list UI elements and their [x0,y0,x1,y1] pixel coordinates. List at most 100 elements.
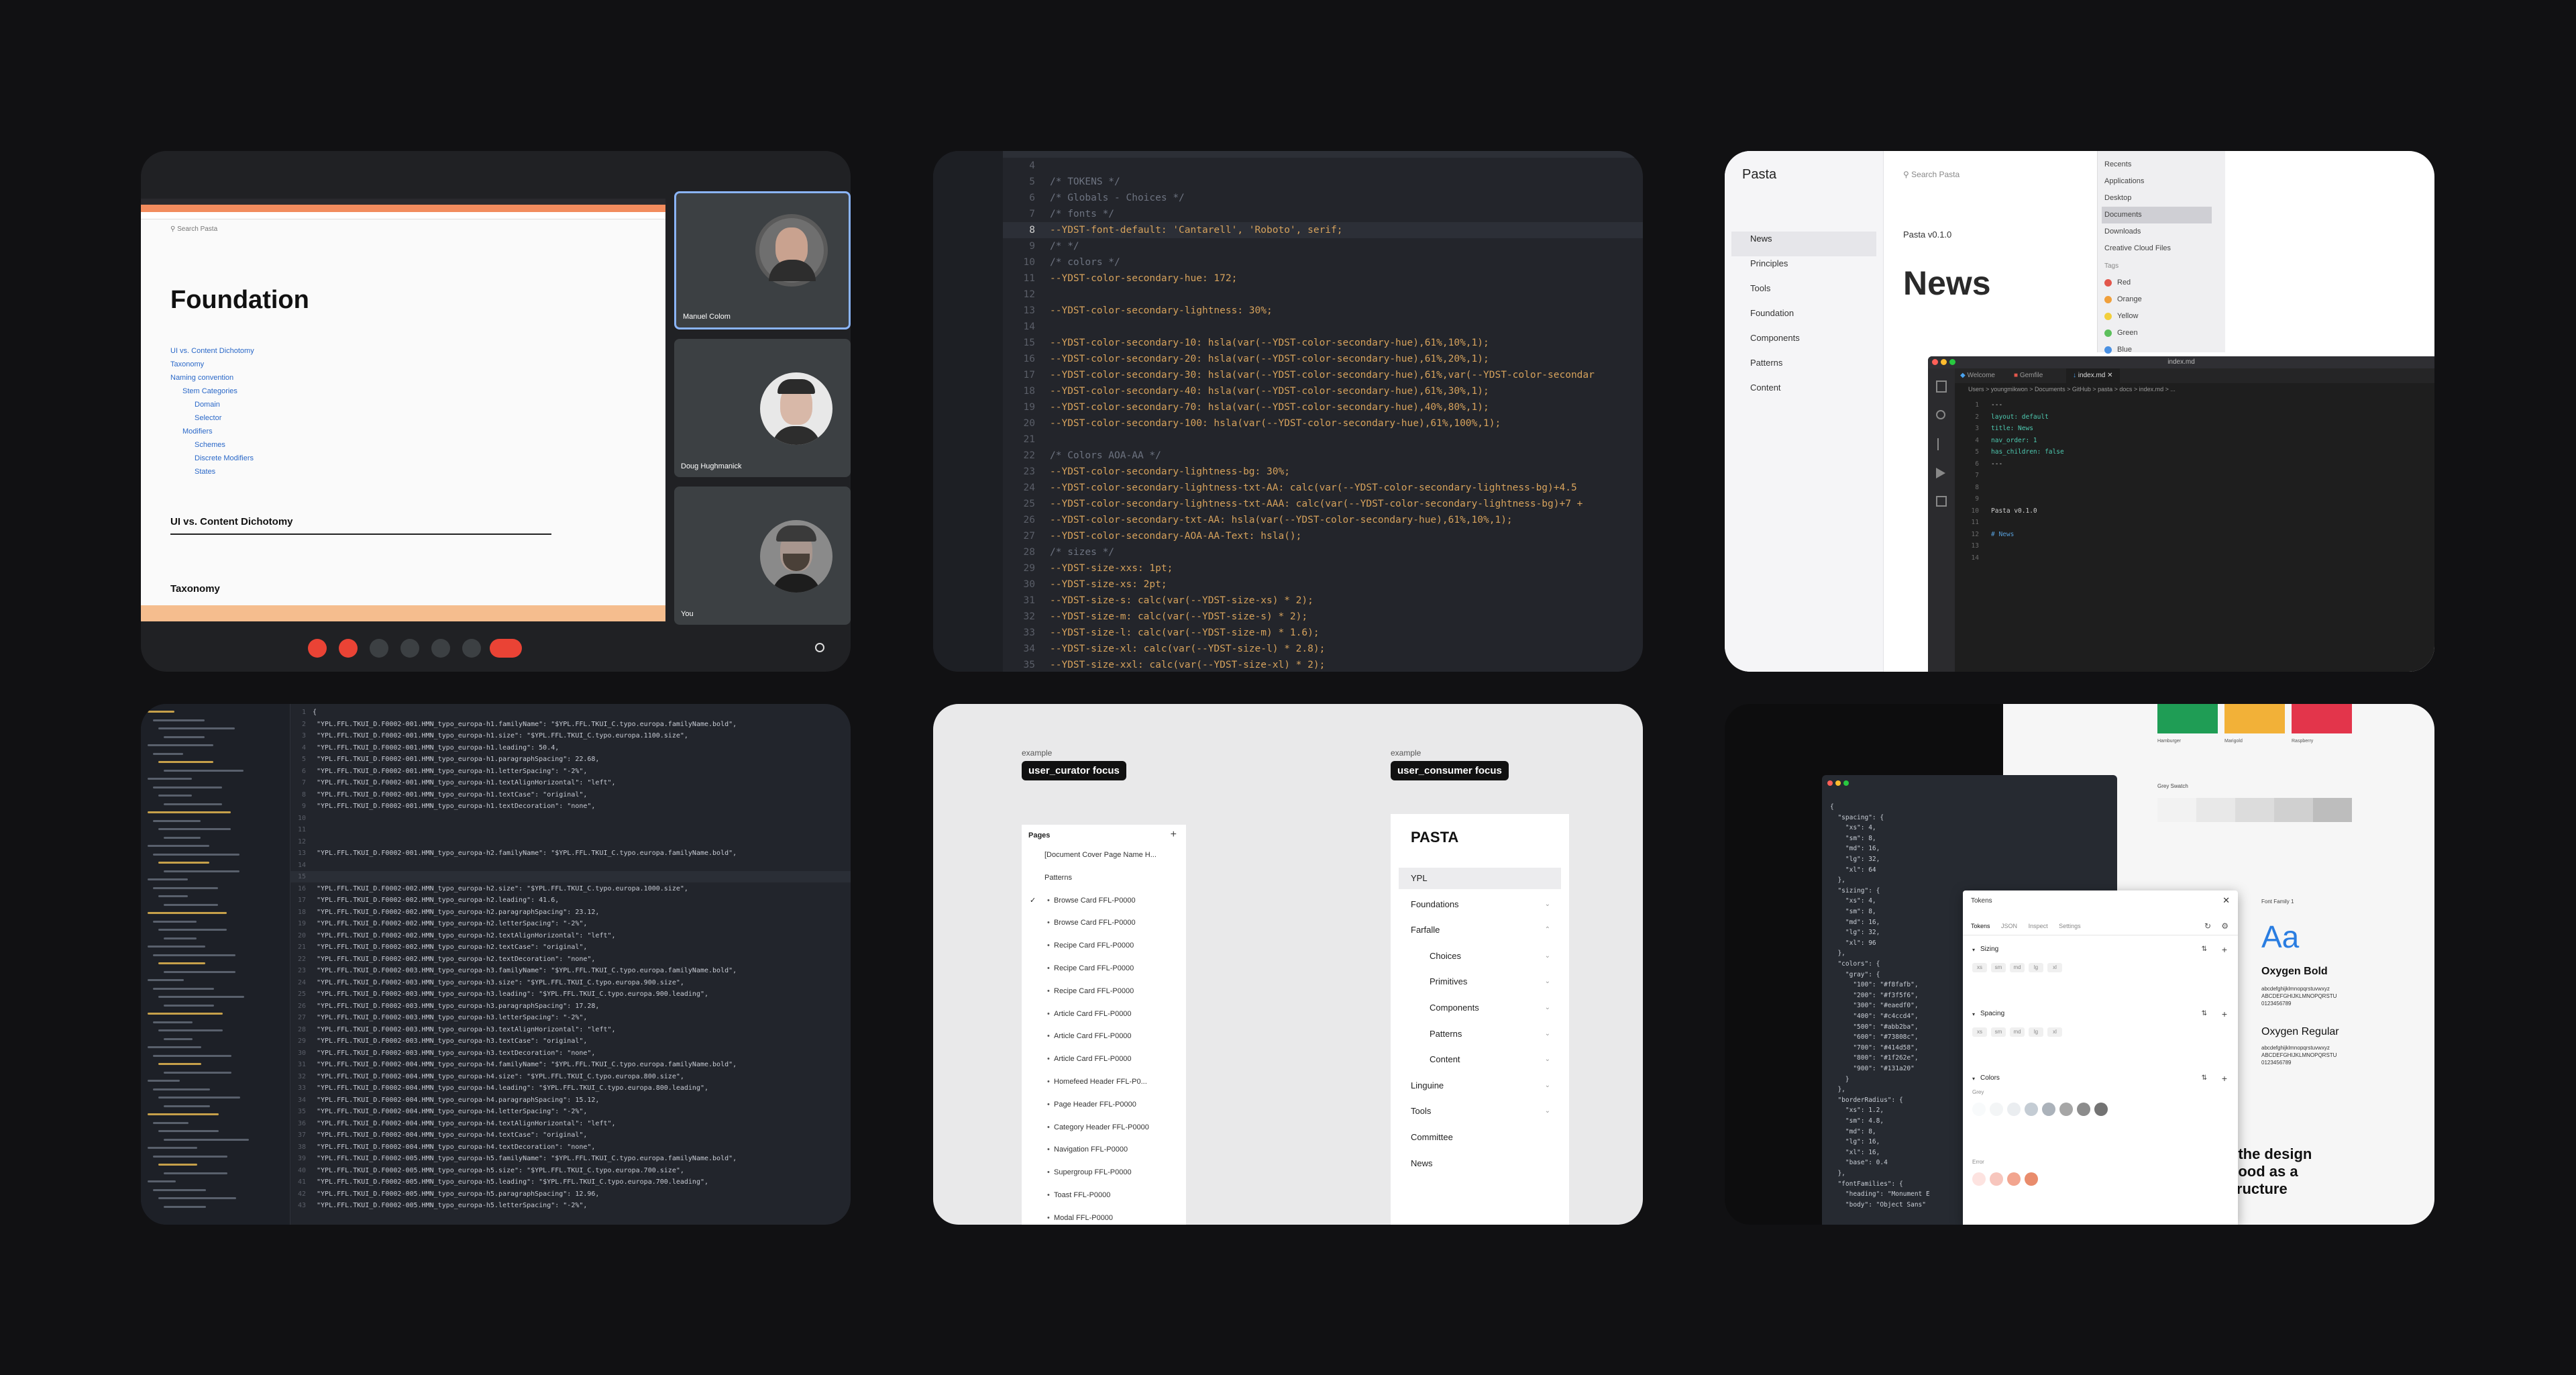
file-tree-row[interactable] [148,912,227,914]
nav-item[interactable]: Principles [1731,256,1883,281]
zoom-window-icon[interactable] [1843,780,1849,786]
site-nav-item[interactable]: YPL [1399,868,1561,889]
color-swatch[interactable] [2059,1103,2073,1116]
token-chip[interactable]: xs [1972,1027,1987,1037]
more-options-button[interactable] [462,639,481,658]
file-tree-row[interactable] [164,735,205,738]
file-tree-row[interactable] [153,1021,193,1023]
file-tree-row[interactable] [153,1188,206,1191]
tab-gemfile[interactable]: ■ Gemfile [2014,372,2043,379]
page-list-item[interactable]: • Navigation FFL-P0000 [1022,1139,1186,1160]
toc-item[interactable]: Stem Categories [170,385,254,398]
tab-tokens[interactable]: Tokens [1971,923,1990,929]
file-tree-row[interactable] [153,1121,189,1124]
site-nav-item[interactable]: Content ⌄ [1399,1049,1561,1070]
raise-hand-button[interactable] [400,639,419,658]
finder-item[interactable]: Downloads [2104,223,2212,240]
file-tree-row[interactable] [158,1164,197,1166]
file-tree-row[interactable] [153,886,218,889]
site-nav-item[interactable]: Farfalle ⌃ [1399,919,1561,941]
file-tree-row[interactable] [153,954,235,956]
info-icon[interactable] [815,643,824,652]
page-list-item[interactable]: • Recipe Card FFL-P0000 [1022,958,1186,978]
token-chip[interactable]: sm [1991,1027,2006,1037]
tag-item[interactable]: Orange [2104,291,2142,308]
toc-item[interactable]: Selector [170,411,254,425]
page-list-item[interactable]: • Article Card FFL-P0000 [1022,1004,1186,1024]
finder-item[interactable]: Desktop [2104,190,2212,207]
file-tree-row[interactable] [153,752,183,755]
tab-json[interactable]: JSON [2001,923,2017,929]
site-nav-item[interactable]: Committee [1399,1127,1561,1148]
file-tree-row[interactable] [158,1029,223,1031]
page-list-item[interactable]: • Article Card FFL-P0000 [1022,1026,1186,1046]
file-tree-row[interactable] [158,895,188,897]
file-tree-row[interactable] [158,795,192,797]
sort-icon[interactable]: ⇅ [2202,1074,2207,1082]
color-swatch[interactable] [2094,1103,2108,1116]
file-tree-row[interactable] [158,1063,201,1065]
color-swatch[interactable] [2025,1172,2038,1186]
captions-button[interactable] [370,639,388,658]
file-tree-row[interactable] [164,803,222,805]
refresh-icon[interactable]: ↻ [2204,921,2211,931]
color-swatch[interactable] [2007,1103,2021,1116]
caret-down-icon[interactable]: ▾ [1972,1076,1975,1082]
token-chip[interactable]: xs [1972,963,1987,972]
add-token-icon[interactable]: + [2222,1073,2227,1084]
file-tree-row[interactable] [148,1147,197,1149]
file-tree-row[interactable] [164,769,244,772]
participant-tile[interactable]: You [674,487,851,625]
color-swatch[interactable] [1972,1103,1986,1116]
sort-icon[interactable]: ⇅ [2202,946,2207,953]
color-swatch[interactable] [1972,1172,1986,1186]
file-tree-row[interactable] [148,979,184,981]
file-tree-row[interactable] [148,1080,180,1082]
toc-item[interactable]: Naming convention [170,371,254,385]
file-tree-row[interactable] [148,1113,219,1115]
file-tree-row[interactable] [164,1205,206,1208]
file-tree-row[interactable] [158,962,205,964]
file-tree-row[interactable] [164,1105,210,1107]
token-chip[interactable]: sm [1991,963,2006,972]
file-tree-row[interactable] [158,761,213,763]
file-tree-row[interactable] [164,1172,227,1174]
extensions-icon[interactable] [1936,496,1947,507]
nav-item[interactable]: Foundation [1731,306,1883,331]
file-tree-row[interactable] [158,862,209,864]
camera-off-button[interactable] [339,639,358,658]
file-tree-row[interactable] [164,1138,249,1141]
tag-item[interactable]: Yellow [2104,308,2142,325]
file-tree-row[interactable] [148,811,231,813]
file-tree-row[interactable] [153,786,222,788]
site-nav-item[interactable]: Primitives ⌄ [1399,971,1561,992]
file-tree-row[interactable] [158,1130,219,1132]
finder-item[interactable]: Documents [2102,207,2212,223]
page-list-item[interactable]: • Homefeed Header FFL-P0... [1022,1072,1186,1092]
site-nav-item[interactable]: News [1399,1153,1561,1174]
file-tree-row[interactable] [164,870,239,872]
file-tree-row[interactable] [148,744,213,746]
color-swatch[interactable] [2007,1172,2021,1186]
file-tree-row[interactable] [164,937,197,939]
file-tree-row[interactable] [164,1004,214,1007]
file-tree-row[interactable] [153,1155,227,1158]
file-tree-row[interactable] [148,946,205,948]
file-tree-row[interactable] [148,778,192,780]
tab-index-md[interactable]: ↓ index.md ✕ [2066,368,2120,383]
token-chip[interactable]: xl [2047,1027,2062,1037]
token-chip[interactable]: md [2010,1027,2025,1037]
caret-down-icon[interactable]: ▾ [1972,1011,1975,1017]
file-tree-row[interactable] [158,727,235,729]
color-swatch[interactable] [1990,1103,2003,1116]
finder-item[interactable]: Creative Cloud Files [2104,240,2212,257]
file-tree-row[interactable] [153,1054,231,1057]
color-swatch[interactable] [2025,1103,2038,1116]
page-list-item[interactable]: • Recipe Card FFL-P0000 [1022,935,1186,956]
color-swatch[interactable] [1990,1172,2003,1186]
file-tree-row[interactable] [148,711,174,713]
file-tree-row[interactable] [158,1197,236,1199]
page-list-item[interactable]: • Article Card FFL-P0000 [1022,1049,1186,1069]
tab-welcome[interactable]: ◆ Welcome [1960,372,1995,379]
color-swatch[interactable] [2042,1103,2055,1116]
